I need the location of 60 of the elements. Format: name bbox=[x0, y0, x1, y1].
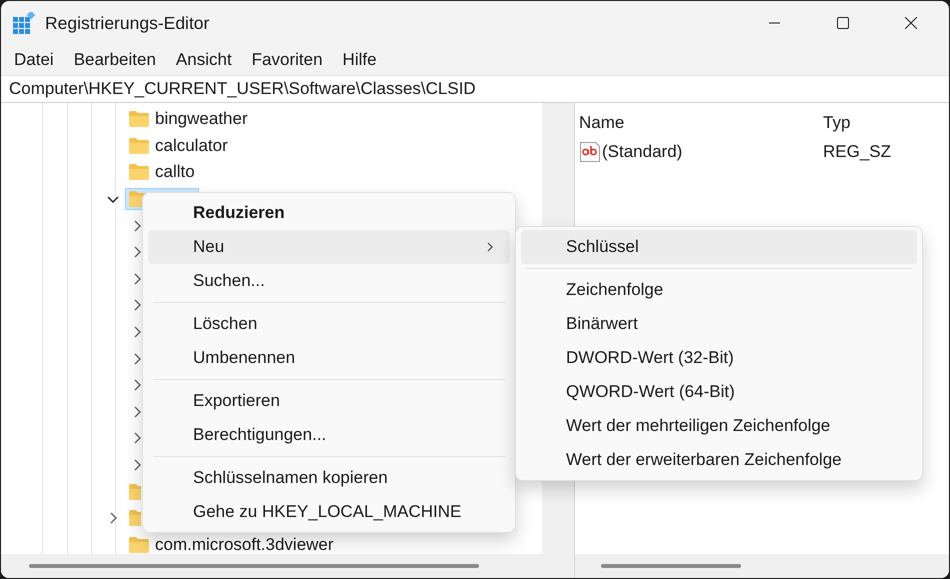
folder-icon bbox=[128, 482, 141, 501]
value-name[interactable]: (Standard) bbox=[602, 142, 682, 162]
menu-item[interactable]: Bearbeiten bbox=[64, 50, 166, 70]
window-title: Registrierungs-Editor bbox=[45, 12, 210, 34]
scrollbar-thumb[interactable] bbox=[601, 564, 741, 568]
menu-item[interactable]: Zeichenfolge bbox=[521, 273, 917, 307]
folder-icon bbox=[128, 509, 141, 528]
scrollbar-thumb[interactable] bbox=[29, 564, 479, 568]
menu-item[interactable]: Gehe zu HKEY_LOCAL_MACHINE bbox=[148, 495, 510, 529]
menu-item[interactable]: Ansicht bbox=[166, 50, 242, 70]
registry-icon bbox=[13, 12, 36, 34]
menu-item[interactable]: QWORD-Wert (64-Bit) bbox=[521, 375, 917, 409]
string-value-icon bbox=[579, 140, 601, 162]
menu-item[interactable]: Reduzieren bbox=[148, 196, 510, 230]
menu-item[interactable]: Löschen bbox=[148, 307, 510, 341]
menu-item[interactable]: Suchen... bbox=[148, 264, 510, 298]
tree-item-label[interactable]: callto bbox=[155, 162, 195, 182]
menu-item-label: Wert der erweiterbaren Zeichenfolge bbox=[566, 450, 843, 470]
menu-item-label: Neu bbox=[193, 237, 226, 257]
menu-item-label: Umbenennen bbox=[193, 348, 296, 368]
scrollbar-track[interactable] bbox=[575, 554, 949, 578]
menu-item[interactable]: Wert der mehrteiligen Zeichenfolge bbox=[521, 409, 917, 443]
menu-item-label: Zeichenfolge bbox=[566, 280, 664, 300]
maximize-icon bbox=[837, 17, 849, 29]
menu-item[interactable]: DWORD-Wert (32-Bit) bbox=[521, 341, 917, 375]
column-header[interactable]: Typ bbox=[823, 112, 949, 132]
menu-item-label: Gehe zu HKEY_LOCAL_MACHINE bbox=[193, 502, 462, 522]
menu-item[interactable]: Exportieren bbox=[148, 384, 510, 418]
menu-item[interactable]: Favoriten bbox=[242, 50, 333, 70]
tree-item-label[interactable]: bingweather bbox=[155, 109, 248, 130]
menu-item[interactable]: Schlüsselnamen kopieren bbox=[148, 461, 510, 495]
menu-item[interactable]: Datei bbox=[4, 50, 64, 70]
column-header[interactable]: Name bbox=[579, 112, 823, 132]
menu-item[interactable]: Neu bbox=[148, 230, 510, 264]
menu-item-label: Suchen... bbox=[193, 271, 266, 291]
close-icon bbox=[905, 17, 917, 29]
tree-item-label[interactable]: com.microsoft.3dviewer bbox=[155, 534, 334, 554]
menu-item[interactable]: Berechtigungen... bbox=[148, 418, 510, 452]
folder-icon bbox=[128, 110, 150, 128]
menu-item[interactable]: Umbenennen bbox=[148, 341, 510, 375]
menu-item-label: QWORD-Wert (64-Bit) bbox=[566, 382, 736, 402]
scrollbar-track[interactable] bbox=[1, 554, 561, 578]
menu-item[interactable]: Hilfe bbox=[332, 50, 387, 70]
menu-item-label: Berechtigungen... bbox=[193, 425, 328, 445]
menu-item[interactable]: Binärwert bbox=[521, 307, 917, 341]
menu-item-label: Exportieren bbox=[193, 391, 281, 411]
menu-item-label: Schlüssel bbox=[566, 237, 640, 257]
menu-item[interactable]: Wert der erweiterbaren Zeichenfolge bbox=[521, 443, 917, 477]
value-type: REG_SZ bbox=[823, 142, 892, 162]
menu-item-label: Reduzieren bbox=[193, 203, 286, 223]
menu-item-label: Wert der mehrteiligen Zeichenfolge bbox=[566, 416, 832, 436]
menu-item-label: Binärwert bbox=[566, 314, 639, 334]
folder-icon bbox=[128, 163, 150, 182]
menu-item-label: DWORD-Wert (32-Bit) bbox=[566, 348, 735, 368]
folder-icon bbox=[128, 536, 150, 554]
tree-item-label[interactable]: calculator bbox=[155, 136, 228, 156]
menu-item-label: Löschen bbox=[193, 314, 258, 334]
menu-item[interactable]: Schlüssel bbox=[521, 230, 917, 264]
menu-item-label: Schlüsselnamen kopieren bbox=[193, 468, 389, 488]
folder-icon bbox=[128, 136, 150, 155]
